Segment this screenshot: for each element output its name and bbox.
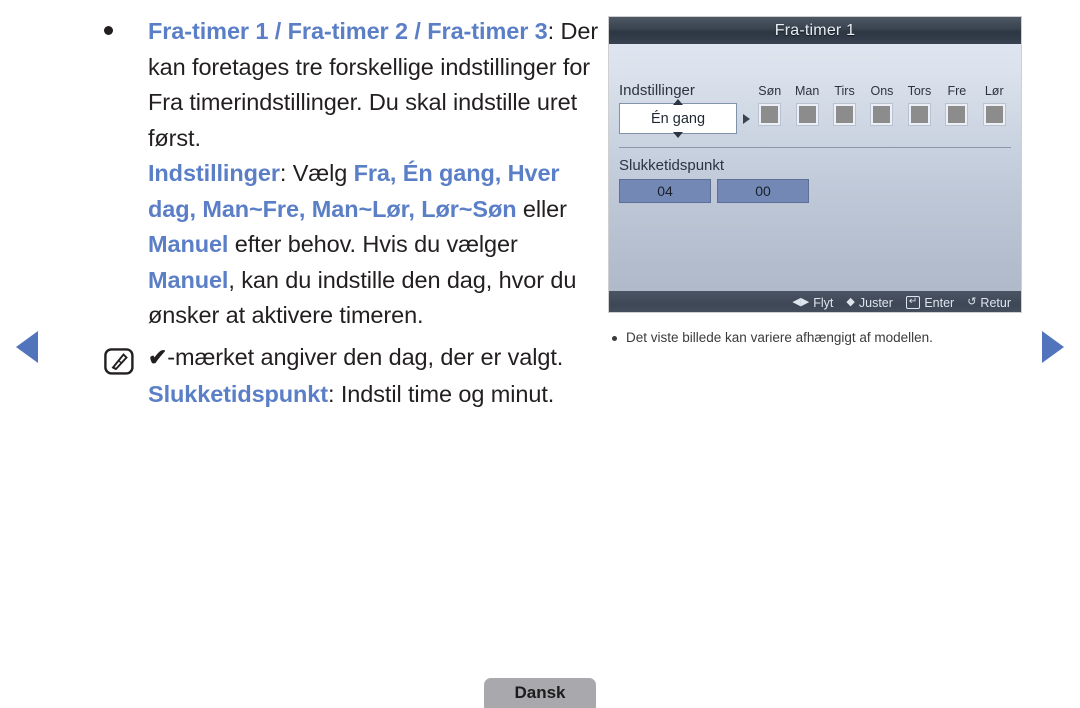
tv-status-label: Enter: [924, 295, 955, 310]
tv-day-label: Fre: [947, 84, 967, 98]
tv-divider: [619, 147, 1011, 148]
tv-settings-value: Én gang: [650, 110, 706, 127]
tv-body: Indstillinger Én gang Søn Man Tirs Ons Tors F…: [609, 44, 1021, 312]
enter-key-icon: ↵: [905, 296, 921, 309]
tv-status-label: Juster: [858, 295, 893, 310]
previous-page-arrow-icon[interactable]: [16, 331, 38, 363]
tv-status-item: ◀▶ Flyt: [792, 296, 833, 310]
tv-day-column: Ons: [863, 84, 900, 125]
tv-day-column: Søn: [751, 84, 788, 125]
tv-title-text: Fra-timer 1: [774, 21, 856, 39]
tv-time-fields: 04 00: [619, 179, 809, 203]
tv-day-checkbox[interactable]: [834, 104, 856, 125]
timer-term: Fra-timer 1 / Fra-timer 2 / Fra-timer 3: [148, 18, 548, 44]
settings-manual-second: Manuel: [148, 266, 229, 293]
tv-day-column: Tirs: [826, 84, 863, 125]
caption-bullet-icon: [612, 336, 617, 341]
offtime-term: Slukketidspunkt: [148, 381, 329, 407]
instruction-column: Fra-timer 1 / Fra-timer 2 / Fra-timer 3:…: [96, 14, 606, 413]
tv-day-checkbox[interactable]: [983, 104, 1005, 125]
tv-settings-dropdown[interactable]: Én gang: [619, 99, 737, 138]
tv-day-label: Ons: [870, 84, 894, 98]
note-text-row: ✔-mærket angiver den dag, der er valgt.: [148, 340, 606, 376]
tv-status-bar: ◀▶ Flyt ◆ Juster ↵ Enter ↺ Retur: [609, 291, 1021, 312]
return-arrow-icon: ↺: [967, 296, 977, 308]
tv-day-column: Tors: [901, 84, 938, 125]
tv-settings-label: Indstillinger: [619, 82, 695, 99]
tv-day-checkbox[interactable]: [908, 104, 930, 125]
left-right-arrows-icon: ◀▶: [792, 296, 810, 308]
language-tab[interactable]: Dansk: [484, 678, 596, 708]
settings-lead: : Vælg: [279, 160, 354, 186]
chevron-right-icon: [743, 114, 750, 124]
language-tab-label: Dansk: [514, 683, 566, 702]
tv-day-column: Fre: [938, 84, 975, 125]
tv-status-label: Retur: [980, 295, 1011, 310]
chevron-down-icon[interactable]: [673, 132, 683, 138]
tv-offtime-label: Slukketidspunkt: [619, 157, 725, 174]
check-mark-icon: ✔: [148, 343, 168, 370]
tv-day-checkbox[interactable]: [946, 104, 968, 125]
settings-term: Indstillinger: [148, 160, 280, 186]
tv-day-label: Man: [794, 84, 820, 98]
tv-title-bar: Fra-timer 1: [609, 17, 1021, 44]
tv-day-label: Tors: [907, 84, 932, 98]
offtime-paragraph: Slukketidspunkt: Indstil time og minut.: [96, 377, 606, 413]
settings-manual-first: Manuel: [148, 231, 229, 257]
tv-day-label: Tirs: [834, 84, 855, 98]
settings-mid: eller: [516, 195, 567, 222]
next-page-arrow-icon[interactable]: [1042, 331, 1064, 363]
settings-tail: efter behov. Hvis du vælger: [228, 231, 518, 257]
chevron-up-icon[interactable]: [673, 99, 683, 105]
tv-status-item: ↺ Retur: [967, 296, 1011, 310]
bullet-item-timer: Fra-timer 1 / Fra-timer 2 / Fra-timer 3:…: [96, 14, 606, 334]
tv-status-item: ↵ Enter: [905, 295, 955, 310]
up-down-arrows-icon: ◆: [846, 296, 855, 308]
tv-days-row: Søn Man Tirs Ons Tors Fre Lør: [751, 84, 1013, 125]
tv-menu-screenshot: Fra-timer 1 Indstillinger Én gang Søn Man…: [608, 16, 1022, 313]
note-block: ✔-mærket angiver den dag, der er valgt.: [96, 340, 606, 376]
tv-status-label: Flyt: [813, 295, 834, 310]
tv-caption: Det viste billede kan variere afhængigt …: [612, 330, 1022, 345]
timer-paragraph: Fra-timer 1 / Fra-timer 2 / Fra-timer 3:…: [148, 14, 606, 156]
offtime-text: : Indstil time og minut.: [328, 381, 555, 407]
tv-caption-text: Det viste billede kan variere afhængigt …: [626, 330, 933, 345]
tv-day-checkbox[interactable]: [871, 104, 893, 125]
tv-day-label: Lør: [984, 84, 1004, 98]
tv-day-column: Man: [788, 84, 825, 125]
tv-day-checkbox[interactable]: [796, 104, 818, 125]
tv-day-checkbox[interactable]: [759, 104, 781, 125]
note-text: -mærket angiver den dag, der er valgt.: [167, 343, 564, 370]
tv-hour-field[interactable]: 04: [619, 179, 711, 203]
settings-paragraph: Indstillinger: Vælg Fra, Én gang, Hver d…: [148, 156, 606, 334]
bullet-dot-icon: [104, 26, 113, 35]
note-pen-icon: [104, 347, 134, 375]
tv-day-column: Lør: [976, 84, 1013, 125]
tv-minute-field[interactable]: 00: [717, 179, 809, 203]
tv-status-item: ◆ Juster: [846, 296, 893, 310]
tv-day-label: Søn: [758, 84, 782, 98]
